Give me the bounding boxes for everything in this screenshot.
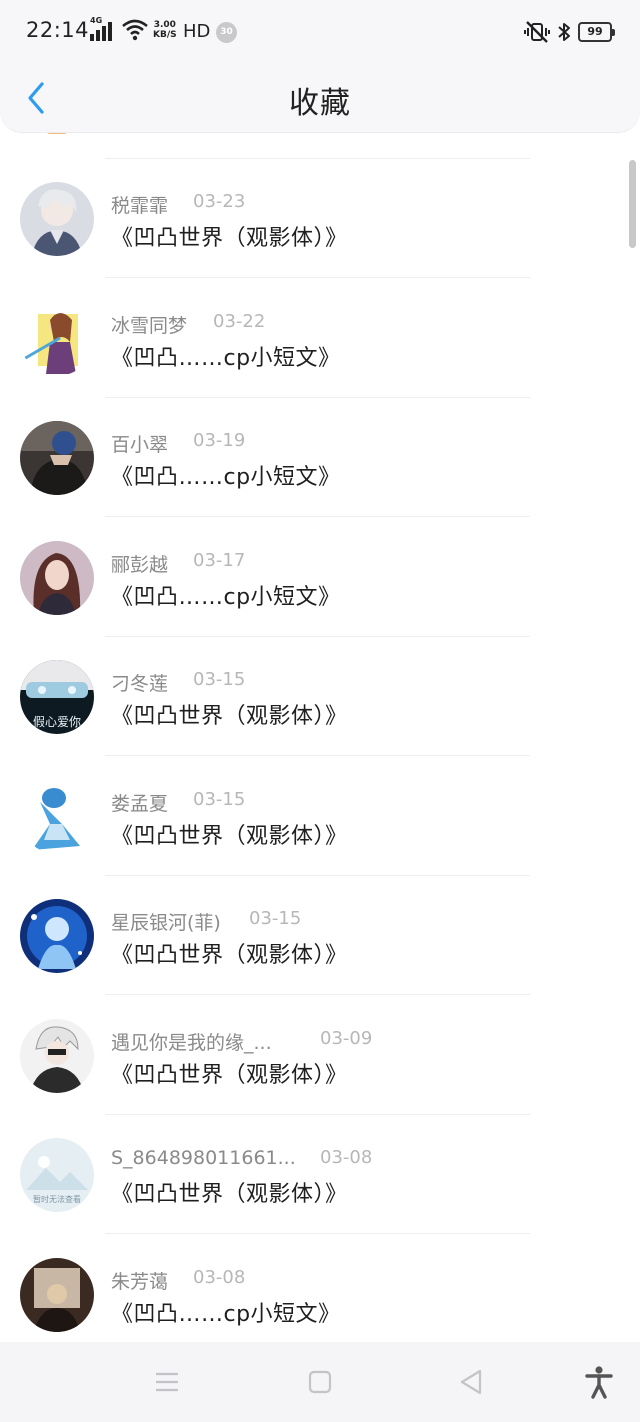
status-time: 22:14 [26,18,90,42]
date: 03-17 [193,550,246,571]
story-title[interactable]: 《凹凸世界（观影体）》 [111,1057,348,1089]
avatar[interactable]: 假心爱你 [20,660,94,734]
menu-button[interactable] [149,1364,185,1400]
story-title[interactable]: 《凹凸世界（观影体）》 [111,698,348,730]
speed-unit: KB/S [153,30,177,40]
avatar-caption: 暂时无法查看 [33,1194,81,1204]
divider [105,277,530,278]
page-title: 收藏 [289,86,351,121]
wifi-icon [122,19,148,41]
status-bar: 22:14 4G 3.00 KB/S HD 30 99 [0,0,640,64]
date: 03-08 [320,1147,373,1168]
avatar[interactable] [20,302,94,376]
list-item[interactable]: 星辰银河(菲) 03-15 《凹凸世界（观影体）》 [0,876,640,996]
story-title[interactable]: 《凹凸……cp小短文》 [111,459,341,491]
system-nav-bar [0,1342,640,1422]
list-item[interactable]: 暂时无法查看 S_864898011661... 03-08 《凹凸世界（观影体… [0,1115,640,1235]
bluetooth-icon [558,23,570,41]
list-item[interactable]: 朱芳蔼 03-08 《凹凸……cp小短文》 [0,1235,640,1342]
avatar-image [20,1019,94,1093]
notification-badge: 30 [216,22,237,43]
divider [105,994,530,995]
home-button[interactable] [302,1364,338,1400]
avatar-image [20,182,94,256]
story-title[interactable]: 《凹凸……cp小短文》 [111,1296,341,1328]
date: 03-23 [193,191,246,212]
author-name[interactable]: S_864898011661... [111,1147,296,1169]
nav-bar: 收藏 [0,64,640,132]
author-name[interactable]: 遇见你是我的缘_... [111,1028,272,1055]
story-title[interactable]: 《凹凸……cp小短文》 [111,340,341,372]
story-title[interactable]: 《凹凸世界（观影体）》 [111,818,348,850]
divider [105,1233,530,1234]
signal-icon [90,22,112,41]
header: 22:14 4G 3.00 KB/S HD 30 99 收藏 [0,0,640,132]
date: 03-15 [193,669,246,690]
accessibility-icon [585,1366,613,1399]
author-name[interactable]: 星辰银河(菲) [111,908,221,935]
story-title[interactable]: 《凹凸世界（观影体）》 [111,220,348,252]
date: 03-19 [193,430,246,451]
date: 03-15 [249,908,302,929]
author-name[interactable]: 朱芳蔼 [111,1267,168,1294]
date: 03-08 [193,1267,246,1288]
home-square-icon [308,1370,332,1394]
author-name[interactable]: 税霏霏 [111,191,168,218]
scrollbar[interactable] [629,160,636,248]
back-triangle-icon [460,1369,482,1395]
avatar-image [20,302,94,376]
hd-label: HD [183,21,211,42]
avatar-image [20,899,94,973]
network-speed: 3.00 KB/S [153,20,177,40]
favorites-screen: 22:14 4G 3.00 KB/S HD 30 99 收藏 税霏霏 03-23… [0,0,640,1422]
list-item[interactable]: 娄孟夏 03-15 《凹凸世界（观影体）》 [0,757,640,877]
avatar-image [20,421,94,495]
story-title[interactable]: 《凹凸……cp小短文》 [111,579,341,611]
accessibility-button[interactable] [581,1364,617,1400]
divider [105,516,530,517]
avatar[interactable] [20,421,94,495]
list-item[interactable]: 冰雪同梦 03-22 《凹凸……cp小短文》 [0,279,640,399]
author-name[interactable]: 刁冬莲 [111,669,168,696]
back-system-button[interactable] [453,1364,489,1400]
avatar[interactable] [20,899,94,973]
partial-avatar-peek [46,132,68,134]
avatar[interactable] [20,182,94,256]
list-item[interactable]: 郦彭越 03-17 《凹凸……cp小短文》 [0,518,640,638]
avatar-caption: 假心爱你 [33,715,81,729]
date: 03-22 [213,311,266,332]
avatar-image [20,780,94,854]
author-name[interactable]: 郦彭越 [111,550,168,577]
author-name[interactable]: 百小翠 [111,430,168,457]
date: 03-15 [193,789,246,810]
author-name[interactable]: 娄孟夏 [111,789,168,816]
avatar-image [20,1258,94,1332]
story-title[interactable]: 《凹凸世界（观影体）》 [111,937,348,969]
date: 03-09 [320,1028,373,1049]
avatar[interactable]: 暂时无法查看 [20,1138,94,1212]
avatar[interactable] [20,541,94,615]
speed-value: 3.00 [153,20,176,30]
battery-icon: 99 [578,22,615,42]
avatar-image: 假心爱你 [20,660,94,734]
list-item[interactable]: 百小翠 03-19 《凹凸……cp小短文》 [0,398,640,518]
list-item[interactable]: 假心爱你 刁冬莲 03-15 《凹凸世界（观影体）》 [0,637,640,757]
favorites-list: 税霏霏 03-23 《凹凸世界（观影体）》 冰雪同梦 03-22 《凹凸……cp… [0,132,640,1342]
avatar[interactable] [20,1019,94,1093]
list-item[interactable]: 遇见你是我的缘_... 03-09 《凹凸世界（观影体）》 [0,996,640,1116]
avatar[interactable] [20,780,94,854]
author-name[interactable]: 冰雪同梦 [111,311,187,338]
avatar-image: 暂时无法查看 [20,1138,94,1212]
avatar-image [20,541,94,615]
divider [105,755,530,756]
menu-icon [156,1372,178,1392]
story-title[interactable]: 《凹凸世界（观影体）》 [111,1176,348,1208]
list-item[interactable]: 税霏霏 03-23 《凹凸世界（观影体）》 [0,159,640,279]
vibrate-mute-icon [524,21,550,43]
avatar[interactable] [20,1258,94,1332]
